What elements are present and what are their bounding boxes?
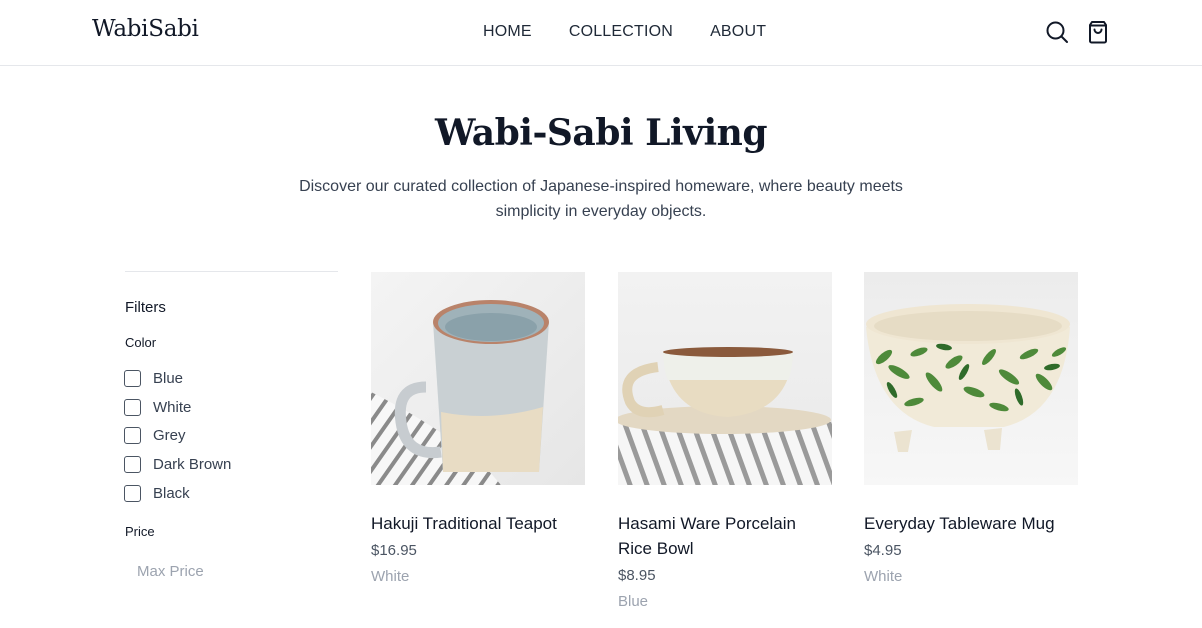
max-price-input[interactable]	[125, 558, 325, 584]
site-header: WabiSabi HOME COLLECTION ABOUT	[0, 0, 1202, 66]
product-price: $16.95	[371, 542, 417, 559]
product-image[interactable]	[371, 272, 585, 485]
color-option-white[interactable]: White	[124, 393, 231, 422]
filters-heading: Filters	[125, 299, 166, 316]
nav-home[interactable]: HOME	[483, 23, 532, 41]
product-price: $8.95	[618, 567, 656, 584]
color-filter-list: Blue White Grey Dark Brown Black	[124, 364, 231, 508]
color-option-label: Dark Brown	[153, 456, 232, 474]
product-card[interactable]: Hakuji Traditional Teapot $16.95 White	[371, 272, 585, 585]
product-image[interactable]	[618, 272, 832, 485]
checkbox[interactable]	[124, 369, 141, 387]
color-option-label: White	[153, 398, 192, 416]
color-option-black[interactable]: Black	[124, 479, 231, 508]
product-name[interactable]: Hakuji Traditional Teapot	[371, 511, 585, 536]
checkbox[interactable]	[124, 456, 141, 474]
checkbox[interactable]	[124, 427, 141, 445]
search-icon[interactable]	[1044, 19, 1070, 45]
color-option-label: Black	[153, 485, 190, 503]
product-card[interactable]: Hasami Ware Porcelain Rice Bowl $8.95 Bl…	[618, 272, 832, 610]
nav-about[interactable]: ABOUT	[710, 23, 766, 41]
main-nav: HOME COLLECTION ABOUT	[483, 23, 803, 41]
product-name[interactable]: Everyday Tableware Mug	[864, 511, 1078, 536]
page-subtitle: Discover our curated collection of Japan…	[299, 178, 903, 220]
logo[interactable]: WabiSabi	[92, 16, 199, 42]
color-option-label: Grey	[153, 427, 186, 445]
product-name[interactable]: Hasami Ware Porcelain Rice Bowl	[618, 511, 832, 561]
product-variant: Blue	[618, 593, 649, 610]
color-option-label: Blue	[153, 369, 184, 387]
color-filter-label: Color	[125, 335, 157, 350]
nav-collection[interactable]: COLLECTION	[569, 23, 673, 41]
color-option-dark-brown[interactable]: Dark Brown	[124, 450, 231, 479]
product-image[interactable]	[864, 272, 1078, 485]
price-filter-label: Price	[125, 524, 155, 539]
product-variant: White	[371, 568, 410, 585]
product-price: $4.95	[864, 542, 902, 559]
page-title: Wabi-Sabi Living	[434, 112, 768, 154]
checkbox[interactable]	[124, 485, 141, 503]
sidebar-divider	[125, 271, 338, 272]
color-option-blue[interactable]: Blue	[124, 364, 231, 393]
product-card[interactable]: Everyday Tableware Mug $4.95 White	[864, 272, 1078, 585]
checkbox[interactable]	[124, 398, 141, 416]
shopping-bag-icon[interactable]	[1085, 19, 1111, 45]
color-option-grey[interactable]: Grey	[124, 422, 231, 451]
product-variant: White	[864, 568, 903, 585]
